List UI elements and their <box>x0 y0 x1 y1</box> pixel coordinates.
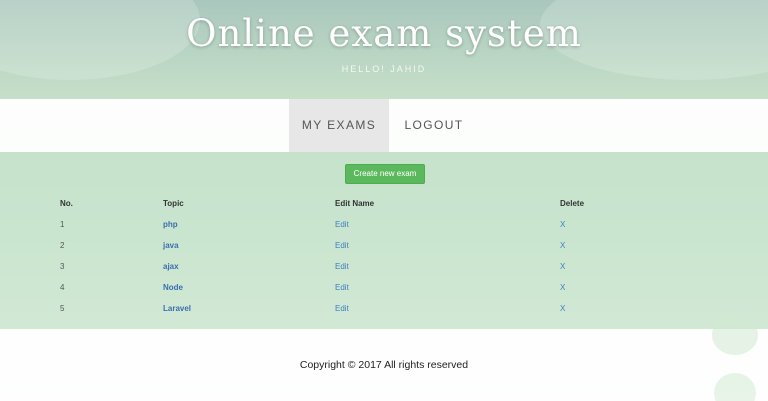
delete-exam-link[interactable]: X <box>560 262 565 271</box>
nav-logout[interactable]: LOGOUT <box>396 99 472 152</box>
copyright-text: Copyright © 2017 All rights reserved <box>299 359 469 371</box>
site-header: Online exam system HELLO! JAHID <box>0 0 768 99</box>
edit-name-link[interactable]: Edit <box>335 241 349 250</box>
main-navbar: MY EXAMS LOGOUT <box>0 99 768 152</box>
row-number: 5 <box>60 304 65 313</box>
user-greeting: HELLO! JAHID <box>341 64 427 74</box>
column-header-edit-name: Edit Name <box>335 199 375 208</box>
site-title: Online exam system <box>186 12 582 55</box>
nav-my-exams[interactable]: MY EXAMS <box>289 99 389 152</box>
create-exam-button[interactable]: Create new exam <box>345 164 425 184</box>
exam-topic-link[interactable]: java <box>163 241 179 250</box>
delete-exam-link[interactable]: X <box>560 220 565 229</box>
exam-topic-link[interactable]: ajax <box>163 262 179 271</box>
exam-list-section: Create new exam No. Topic Edit Name Dele… <box>0 152 768 329</box>
delete-exam-link[interactable]: X <box>560 304 565 313</box>
row-number: 4 <box>60 283 65 292</box>
edit-name-link[interactable]: Edit <box>335 283 349 292</box>
exam-topic-link[interactable]: php <box>163 220 178 229</box>
row-number: 3 <box>60 262 65 271</box>
delete-exam-link[interactable]: X <box>560 241 565 250</box>
decorative-blob <box>714 373 756 401</box>
edit-name-link[interactable]: Edit <box>335 304 349 313</box>
decorative-blob <box>712 315 758 355</box>
delete-exam-link[interactable]: X <box>560 283 565 292</box>
column-header-topic: Topic <box>163 199 184 208</box>
site-footer: Copyright © 2017 All rights reserved <box>0 315 768 401</box>
row-number: 2 <box>60 241 65 250</box>
column-header-no: No. <box>60 199 73 208</box>
column-header-delete: Delete <box>560 199 585 208</box>
exam-topic-link[interactable]: Laravel <box>163 304 191 313</box>
exam-topic-link[interactable]: Node <box>163 283 183 292</box>
row-number: 1 <box>60 220 65 229</box>
edit-name-link[interactable]: Edit <box>335 262 349 271</box>
edit-name-link[interactable]: Edit <box>335 220 349 229</box>
